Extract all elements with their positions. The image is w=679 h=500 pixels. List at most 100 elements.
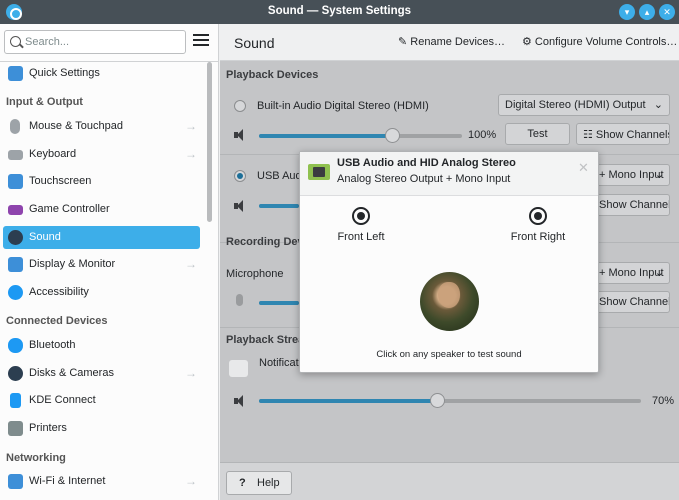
popup-subtitle: Analog Stereo Output + Mono Input bbox=[337, 173, 511, 185]
rename-devices-button[interactable]: ✎ Rename Devices… bbox=[398, 35, 505, 48]
device1-name: Built-in Audio Digital Stereo (HDMI) bbox=[257, 100, 429, 112]
section-networking: Networking bbox=[6, 452, 66, 464]
sidebar: Quick Settings Input & Output Mouse & To… bbox=[0, 24, 219, 500]
maximize-button[interactable]: ▴ bbox=[639, 4, 655, 20]
sidebar-item-bluetooth[interactable]: Bluetooth bbox=[3, 334, 200, 357]
arrow-right-icon: → bbox=[185, 474, 197, 488]
device1-profile-select[interactable]: Digital Stereo (HDMI) Output ⌄ bbox=[498, 94, 670, 116]
sidebar-item-quick-settings[interactable]: Quick Settings bbox=[3, 62, 200, 85]
stream-volume-value: 70% bbox=[652, 395, 675, 407]
help-icon: ? bbox=[239, 477, 246, 489]
sidebar-item-accessibility[interactable]: Accessibility bbox=[3, 281, 200, 304]
microphone-profile-select[interactable]: + Mono Input ⌄ bbox=[592, 262, 670, 284]
configure-volume-controls-button[interactable]: ⚙ Configure Volume Controls… bbox=[522, 35, 677, 48]
pencil-icon: ✎ bbox=[398, 36, 411, 48]
test-button[interactable]: Test bbox=[505, 123, 570, 145]
close-button[interactable]: ✕ bbox=[659, 4, 675, 20]
show-channels-label: Show Channels bbox=[595, 129, 670, 141]
touchscreen-icon bbox=[8, 174, 23, 189]
chevron-down-icon: ⌄ bbox=[653, 99, 663, 111]
device1-radio[interactable] bbox=[234, 100, 246, 112]
arrow-right-icon: → bbox=[185, 147, 197, 161]
printer-icon bbox=[8, 421, 23, 436]
sidebar-item-label: Display & Monitor bbox=[29, 258, 116, 270]
channels-icon: ☷ bbox=[583, 129, 596, 141]
audio-device-icon bbox=[308, 164, 330, 180]
game-controller-icon bbox=[8, 205, 23, 215]
speaker-icon bbox=[352, 207, 370, 225]
search-input[interactable] bbox=[25, 34, 180, 50]
close-icon[interactable]: ✕ bbox=[578, 160, 589, 176]
sidebar-item-display-monitor[interactable]: Display & Monitor → bbox=[3, 253, 200, 276]
arrow-right-icon: → bbox=[185, 257, 197, 271]
volume-icon[interactable] bbox=[234, 395, 246, 407]
hamburger-menu-button[interactable] bbox=[193, 34, 209, 48]
device1-volume-slider[interactable] bbox=[259, 128, 462, 143]
kde-connect-icon bbox=[10, 393, 21, 408]
sidebar-item-kde-connect[interactable]: KDE Connect bbox=[3, 389, 200, 412]
sidebar-item-printers[interactable]: Printers bbox=[3, 417, 200, 440]
sidebar-item-label: Accessibility bbox=[29, 286, 89, 298]
sidebar-scrollbar[interactable] bbox=[207, 62, 212, 222]
slider-handle[interactable] bbox=[430, 393, 445, 408]
device2-volume-slider[interactable] bbox=[259, 204, 299, 208]
front-left-speaker-button[interactable]: Front Left bbox=[316, 207, 406, 243]
device2-name: USB Audi bbox=[257, 170, 305, 182]
wifi-icon bbox=[8, 474, 23, 489]
sidebar-item-label: Quick Settings bbox=[29, 67, 100, 79]
sidebar-item-wifi-internet[interactable]: Wi-Fi & Internet → bbox=[3, 470, 200, 493]
slider-handle[interactable] bbox=[385, 128, 400, 143]
sidebar-item-label: Sound bbox=[29, 231, 61, 243]
minimize-button[interactable]: ▾ bbox=[619, 4, 635, 20]
chevron-down-icon: ⌄ bbox=[654, 169, 664, 181]
stream-volume-slider[interactable] bbox=[259, 393, 641, 408]
show-channels-button-1[interactable]: ☷ Show Channels bbox=[576, 123, 670, 145]
sidebar-item-game-controller[interactable]: Game Controller bbox=[3, 198, 200, 221]
slider-fill bbox=[259, 301, 299, 305]
front-right-speaker-button[interactable]: Front Right bbox=[493, 207, 583, 243]
sidebar-item-label: Mouse & Touchpad bbox=[29, 120, 123, 132]
search-field[interactable] bbox=[4, 30, 186, 54]
sidebar-item-mouse-touchpad[interactable]: Mouse & Touchpad → bbox=[3, 115, 200, 138]
popup-hint: Click on any speaker to test sound bbox=[376, 349, 522, 360]
section-connected-devices: Connected Devices bbox=[6, 315, 108, 327]
display-icon bbox=[8, 257, 23, 272]
show-channels-label: Show Channels bbox=[599, 199, 670, 211]
device1-volume-value: 100% bbox=[468, 129, 497, 141]
sidebar-item-label: Disks & Cameras bbox=[29, 367, 114, 379]
microphone-volume-slider[interactable] bbox=[259, 301, 299, 305]
speaker-test-popup: USB Audio and HID Analog Stereo Analog S… bbox=[299, 151, 599, 373]
page-header: Sound ✎ Rename Devices… ⚙ Configure Volu… bbox=[220, 24, 679, 61]
test-label: Test bbox=[527, 128, 548, 140]
window-title: Sound — System Settings bbox=[267, 5, 412, 17]
sidebar-item-label: Bluetooth bbox=[29, 339, 76, 351]
microphone-icon[interactable] bbox=[236, 294, 243, 306]
volume-icon[interactable] bbox=[234, 129, 246, 141]
search-icon bbox=[10, 36, 21, 47]
show-channels-button-3[interactable]: Show Channels bbox=[592, 291, 670, 313]
sidebar-item-label: Wi-Fi & Internet bbox=[29, 475, 106, 487]
show-channels-button-2[interactable]: Show Channels bbox=[592, 194, 670, 216]
help-label: Help bbox=[257, 477, 280, 489]
keyboard-icon bbox=[8, 150, 23, 160]
disk-icon bbox=[8, 366, 23, 381]
show-channels-label: Show Channels bbox=[599, 296, 670, 308]
sidebar-item-keyboard[interactable]: Keyboard → bbox=[3, 143, 200, 166]
mouse-icon bbox=[10, 119, 20, 134]
sidebar-item-touchscreen[interactable]: Touchscreen bbox=[3, 170, 200, 193]
accessibility-icon bbox=[8, 285, 23, 300]
sidebar-item-sound[interactable]: Sound bbox=[3, 226, 200, 249]
configure-volume-label: Configure Volume Controls… bbox=[534, 36, 678, 48]
notification-icon bbox=[229, 360, 248, 377]
slider-fill bbox=[259, 134, 393, 138]
slider-fill bbox=[259, 399, 438, 403]
gear-icon: ⚙ bbox=[522, 36, 535, 48]
device2-profile-select[interactable]: + Mono Input ⌄ bbox=[592, 164, 670, 186]
popup-title: USB Audio and HID Analog Stereo bbox=[337, 157, 516, 169]
sidebar-item-disks-cameras[interactable]: Disks & Cameras → bbox=[3, 362, 200, 385]
volume-icon[interactable] bbox=[234, 200, 246, 212]
page-title: Sound bbox=[234, 35, 275, 51]
device2-radio[interactable] bbox=[234, 170, 246, 182]
help-button[interactable]: ? Help bbox=[226, 471, 292, 495]
footer: ? Help bbox=[220, 462, 679, 500]
